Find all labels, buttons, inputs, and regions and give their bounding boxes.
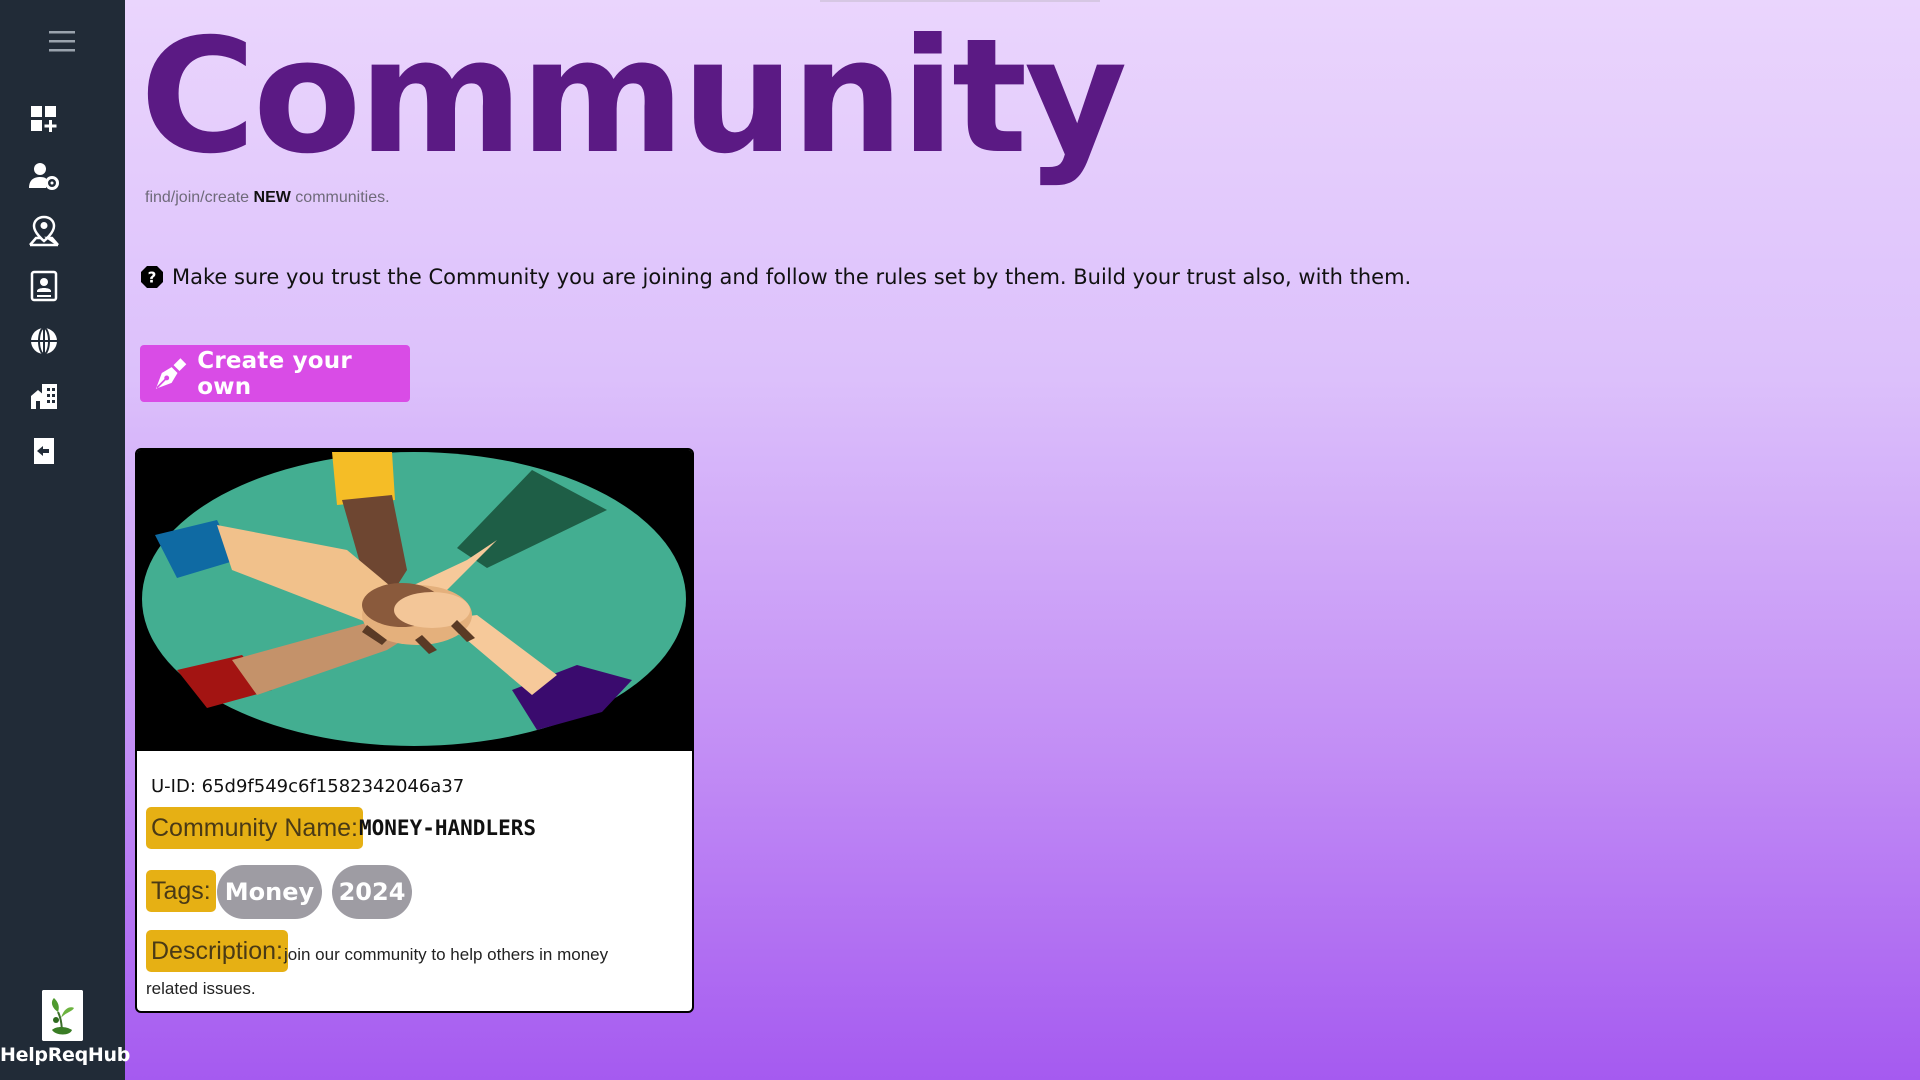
page-subtitle: find/join/create NEW communities. [145, 189, 390, 207]
trust-notice-text: Make sure you trust the Community you ar… [172, 265, 1412, 289]
logout-icon[interactable] [27, 434, 61, 468]
tags-label: Tags: [146, 870, 216, 912]
question-octagon-icon: ? [141, 266, 163, 288]
brand-logo[interactable] [42, 990, 83, 1041]
location-user-icon[interactable] [27, 214, 61, 248]
subtitle-prefix: find/join/create [145, 189, 254, 206]
svg-text:?: ? [148, 269, 157, 287]
contact-book-icon[interactable] [27, 269, 61, 303]
community-card[interactable]: U-ID: 65d9f549c6f1582342046a37 Community… [135, 448, 694, 1013]
community-hands-image [137, 450, 692, 751]
description-text: join our community to help others in mon… [146, 945, 609, 998]
fountain-pen-icon [155, 357, 187, 389]
subtitle-suffix: communities. [290, 189, 390, 206]
page-title: Community [140, 5, 1127, 189]
community-uid: U-ID: 65d9f549c6f1582342046a37 [151, 776, 465, 797]
brand-name: HelpReqHub [0, 1044, 131, 1066]
globe-icon[interactable] [27, 324, 61, 358]
tag-pill: 2024 [332, 865, 412, 919]
user-settings-icon[interactable] [27, 159, 61, 193]
sidebar: HelpReqHub [0, 0, 131, 1080]
dashboard-add-icon[interactable] [27, 102, 61, 136]
hamburger-menu-icon[interactable] [49, 30, 75, 52]
tag-pill: Money [217, 865, 322, 919]
trust-notice: ? Make sure you trust the Community you … [140, 265, 1411, 289]
subtitle-bold: NEW [253, 189, 291, 206]
community-name-value: MONEY-HANDLERS [359, 816, 537, 840]
top-scroll-indicator [820, 0, 1100, 2]
community-name-label: Community Name: [146, 807, 363, 849]
create-community-button[interactable]: Create your own [140, 345, 410, 402]
create-button-label: Create your own [197, 347, 352, 400]
buildings-icon[interactable] [27, 379, 61, 413]
